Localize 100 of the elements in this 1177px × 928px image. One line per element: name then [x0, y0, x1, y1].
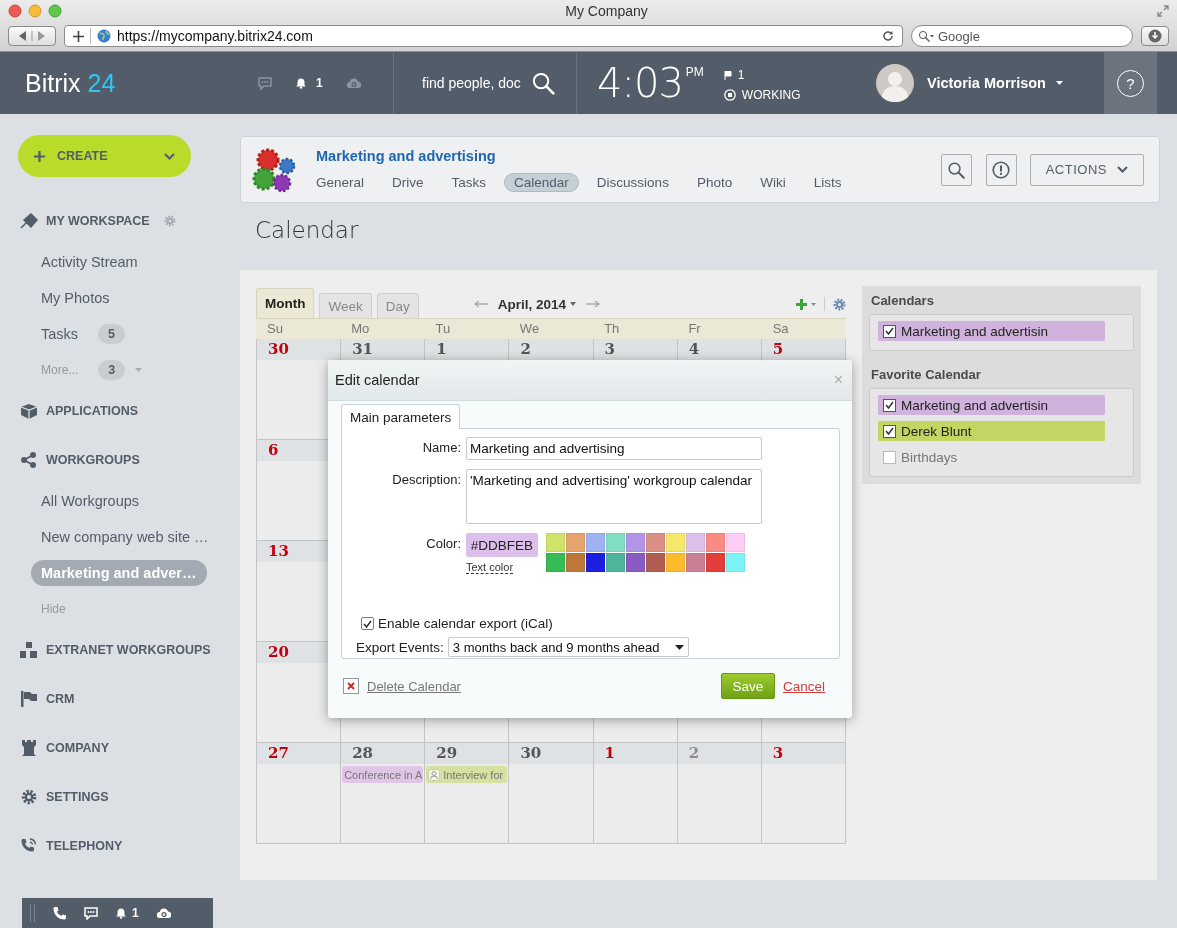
- calendar-item[interactable]: Derek Blunt: [878, 421, 1105, 441]
- create-button[interactable]: CREATE: [18, 135, 191, 177]
- calendar-item[interactable]: Birthdays: [878, 447, 1105, 467]
- menu-heading[interactable]: APPLICATIONS: [46, 404, 139, 418]
- color-swatch[interactable]: [666, 553, 685, 572]
- color-swatch[interactable]: [586, 553, 605, 572]
- export-events-select[interactable]: 3 months back and 9 months ahead: [447, 637, 689, 657]
- tab[interactable]: Discussions: [586, 172, 679, 192]
- reload-icon[interactable]: [882, 30, 894, 42]
- menu-item[interactable]: All Workgroups: [31, 488, 150, 514]
- settings-icon[interactable]: [833, 297, 846, 311]
- checkbox[interactable]: [883, 398, 896, 412]
- color-swatch[interactable]: [626, 553, 645, 572]
- tab[interactable]: Drive: [382, 172, 434, 192]
- search-field[interactable]: find people, doc: [394, 52, 577, 114]
- color-swatch[interactable]: [546, 533, 565, 552]
- color-swatch[interactable]: [706, 533, 725, 552]
- tab[interactable]: Calendar: [504, 172, 579, 192]
- back-forward-button[interactable]: [8, 26, 56, 46]
- resize-icon[interactable]: [1157, 5, 1169, 17]
- arrow-right-icon[interactable]: [586, 300, 601, 308]
- color-swatch[interactable]: [686, 533, 705, 552]
- window-buttons-icon[interactable]: [8, 4, 64, 18]
- tab[interactable]: Tasks: [441, 172, 497, 192]
- menu-heading[interactable]: MY WORKSPACE: [46, 214, 150, 228]
- address-field[interactable]: https://mycompany.bitrix24.com: [64, 25, 903, 47]
- period-selector[interactable]: April, 2014: [497, 296, 577, 312]
- stop-icon[interactable]: [723, 89, 736, 101]
- color-field[interactable]: #DDBFEB: [466, 533, 538, 557]
- color-swatch[interactable]: [726, 553, 745, 572]
- menu-item[interactable]: My Photos: [31, 285, 120, 311]
- day-number[interactable]: 4: [688, 340, 700, 358]
- caret-icon[interactable]: [1056, 81, 1063, 85]
- calendar-item[interactable]: Marketing and advertisin: [878, 321, 1105, 341]
- cloud-icon[interactable]: [155, 907, 171, 919]
- menu-heading[interactable]: WORKGROUPS: [46, 453, 140, 467]
- tab[interactable]: Main parameters: [341, 404, 461, 429]
- add-icon[interactable]: [796, 298, 816, 310]
- phone-icon[interactable]: [52, 905, 67, 921]
- calendar-item[interactable]: Marketing and advertisin: [878, 395, 1105, 415]
- color-swatch[interactable]: [626, 533, 645, 552]
- color-swatch[interactable]: [566, 553, 585, 572]
- day-number[interactable]: 1: [436, 340, 447, 358]
- tab[interactable]: Wiki: [750, 172, 796, 192]
- color-swatch[interactable]: [606, 533, 625, 552]
- menu-item[interactable]: New company web site …: [31, 524, 219, 550]
- day-number[interactable]: 6: [268, 441, 279, 459]
- name-field[interactable]: Marketing and advertising: [466, 437, 762, 460]
- cancel-link[interactable]: Cancel: [782, 678, 825, 694]
- color-swatch[interactable]: [646, 553, 665, 572]
- checkbox[interactable]: [883, 424, 896, 438]
- day-number[interactable]: 1: [604, 744, 615, 762]
- view-tab[interactable]: Month: [256, 288, 315, 318]
- alert-button[interactable]: [985, 153, 1017, 186]
- color-swatch[interactable]: [706, 553, 725, 572]
- tab[interactable]: Lists: [803, 172, 852, 192]
- tab[interactable]: Photo: [686, 172, 743, 192]
- bell-icon[interactable]: [115, 907, 127, 919]
- search-field[interactable]: Google: [911, 25, 1133, 47]
- calendar-event[interactable]: Interview for: [426, 766, 508, 783]
- avatar-icon[interactable]: [876, 64, 914, 102]
- checkbox[interactable]: [883, 324, 896, 338]
- color-swatch[interactable]: [666, 533, 685, 552]
- color-swatch[interactable]: [546, 553, 565, 572]
- settings-icon[interactable]: [163, 215, 176, 227]
- arrow-left-icon[interactable]: [473, 300, 488, 308]
- menu-item[interactable]: Tasks: [31, 321, 89, 347]
- menu-heading[interactable]: SETTINGS: [46, 790, 109, 804]
- checkbox[interactable]: [361, 617, 374, 630]
- text-color-link[interactable]: Text color: [466, 561, 514, 574]
- download-button[interactable]: [1141, 26, 1169, 46]
- color-swatch[interactable]: [686, 553, 705, 572]
- day-number[interactable]: 3: [772, 744, 784, 762]
- calendar-event[interactable]: Conference in A: [342, 766, 424, 783]
- user-name[interactable]: Victoria Morrison: [927, 75, 1046, 91]
- color-swatch[interactable]: [606, 553, 625, 572]
- day-number[interactable]: 3: [604, 340, 615, 358]
- delete-icon[interactable]: [343, 678, 359, 694]
- actions-button[interactable]: ACTIONS: [1029, 153, 1144, 186]
- checkbox[interactable]: [883, 450, 896, 464]
- color-swatch[interactable]: [566, 533, 585, 552]
- tab[interactable]: General: [306, 172, 375, 192]
- menu-item[interactable]: Activity Stream: [31, 249, 148, 275]
- plus-icon[interactable]: [73, 30, 84, 42]
- view-tab[interactable]: Day: [376, 293, 419, 318]
- menu-heading[interactable]: TELEPHONY: [46, 839, 123, 853]
- group-title[interactable]: Marketing and advertising: [316, 147, 927, 164]
- delete-link[interactable]: Delete Calendar: [367, 678, 721, 694]
- search-button[interactable]: [940, 153, 972, 186]
- day-number[interactable]: 2: [520, 340, 531, 358]
- color-swatch[interactable]: [586, 533, 605, 552]
- bell-icon[interactable]: [295, 77, 307, 89]
- menu-heading[interactable]: CRM: [46, 692, 75, 706]
- menu-heading[interactable]: EXTRANET WORKGROUPS: [46, 643, 211, 657]
- day-number[interactable]: 5: [772, 340, 784, 358]
- menu-heading[interactable]: COMPANY: [46, 741, 109, 755]
- color-swatch[interactable]: [726, 533, 745, 552]
- color-swatch[interactable]: [646, 533, 665, 552]
- view-tab[interactable]: Week: [319, 293, 372, 318]
- description-field[interactable]: 'Marketing and advertising' workgroup calendar: [466, 469, 762, 524]
